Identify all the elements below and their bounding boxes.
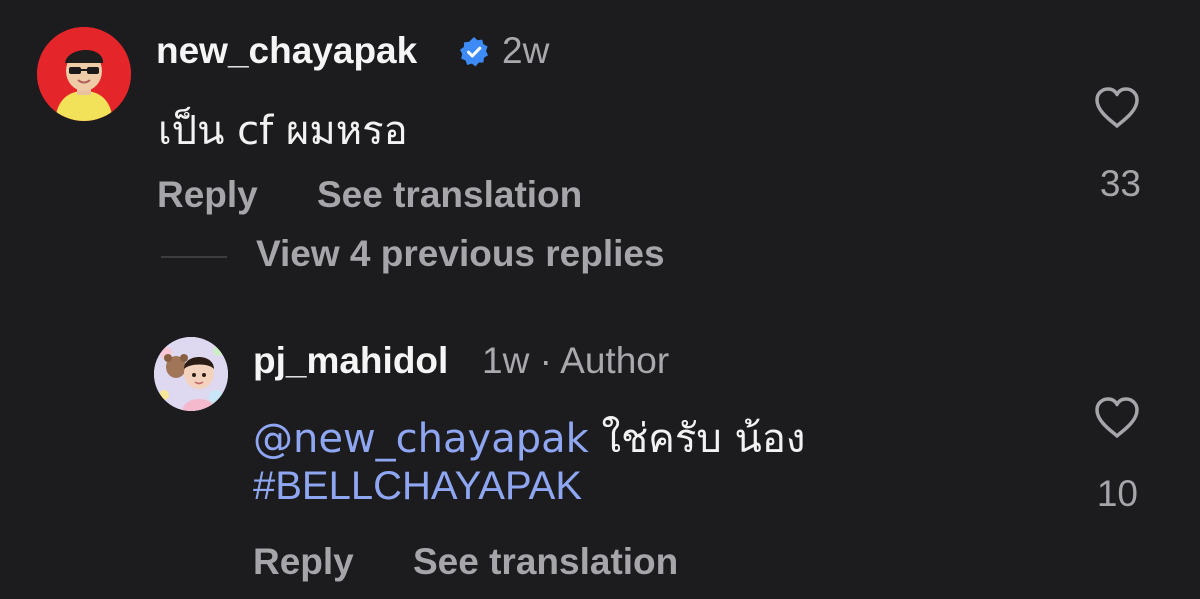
avatar-new-chayapak[interactable] bbox=[37, 27, 131, 121]
verified-badge-icon bbox=[460, 37, 488, 67]
meta-separator: · bbox=[539, 340, 552, 381]
like-count: 33 bbox=[1099, 163, 1141, 204]
see-translation-button[interactable]: See translation bbox=[317, 174, 582, 216]
comment-text: เป็น cf ผมหรอ bbox=[158, 108, 408, 154]
reply-text-body: ใช่ครับ น้อง bbox=[588, 416, 806, 462]
reply-button[interactable]: Reply bbox=[253, 541, 354, 583]
comment-timestamp: 2w bbox=[502, 30, 550, 71]
see-translation-button[interactable]: See translation bbox=[413, 541, 678, 583]
reply-meta: 1w · Author bbox=[482, 340, 669, 382]
view-previous-replies-button[interactable]: View 4 previous replies bbox=[256, 233, 665, 275]
replies-divider bbox=[161, 256, 227, 258]
reply-username[interactable]: pj_mahidol bbox=[253, 340, 448, 382]
comment-username[interactable]: new_chayapak bbox=[156, 30, 417, 72]
reply-text: @new_chayapak ใช่ครับ น้อง bbox=[253, 406, 805, 470]
heart-outline-icon[interactable] bbox=[1093, 396, 1141, 440]
mention-link[interactable]: @new_chayapak bbox=[253, 416, 589, 462]
like-count: 10 bbox=[1096, 473, 1138, 514]
author-badge: Author bbox=[560, 340, 670, 381]
reply-hashtag-line: #BELLCHAYAPAK bbox=[253, 464, 582, 509]
heart-outline-icon[interactable] bbox=[1093, 86, 1141, 130]
reply-timestamp: 1w bbox=[482, 340, 530, 381]
avatar-image bbox=[154, 337, 228, 411]
avatar-pj-mahidol[interactable] bbox=[154, 337, 228, 411]
hashtag-link[interactable]: #BELLCHAYAPAK bbox=[253, 464, 582, 508]
reply-button[interactable]: Reply bbox=[157, 174, 258, 216]
avatar-image bbox=[37, 27, 131, 121]
